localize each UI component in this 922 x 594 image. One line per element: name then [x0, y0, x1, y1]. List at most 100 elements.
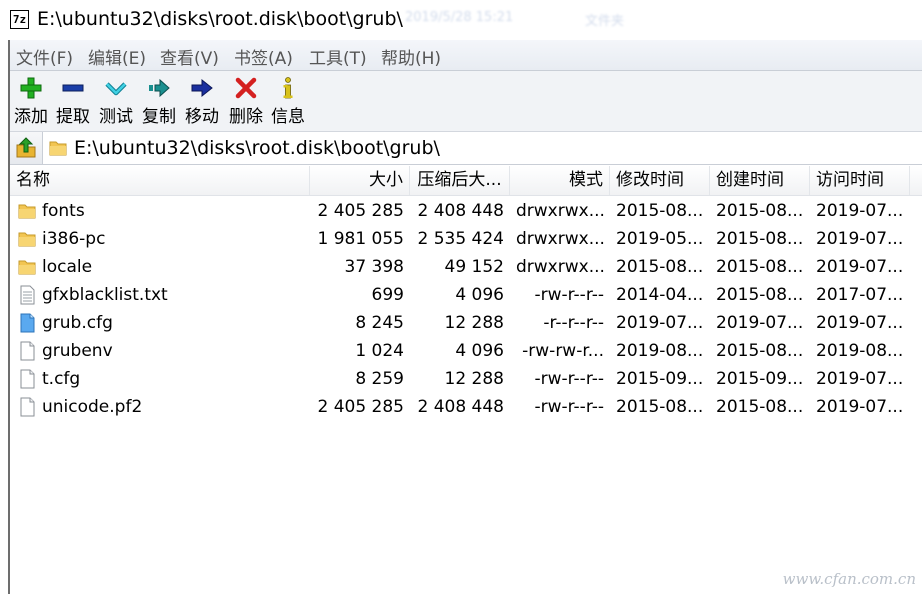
blurred-title-date: 2019/5/28 15:21	[405, 10, 514, 25]
menu-bookmarks[interactable]: 书签(A)	[234, 44, 293, 69]
cell-mode: -rw-r--r--	[534, 397, 604, 417]
extract-icon	[62, 84, 84, 92]
file-icon	[20, 369, 35, 389]
menu-bar: 文件(F) 编辑(E) 查看(V) 书签(A) 工具(T) 帮助(H)	[10, 40, 922, 71]
test-icon	[105, 82, 127, 96]
test-button[interactable]: 测试	[94, 71, 138, 129]
cell-name[interactable]: grubenv	[36, 337, 310, 365]
cell-packed: 2 408 448	[417, 397, 504, 417]
address-input[interactable]: E:\ubuntu32\disks\root.disk\boot\grub\	[74, 137, 440, 159]
cell-packed: 4 096	[455, 341, 504, 361]
move-button[interactable]: 移动	[180, 71, 224, 129]
cell-name[interactable]: fonts	[36, 197, 310, 225]
menu-edit[interactable]: 编辑(E)	[88, 44, 146, 69]
folder-icon	[18, 232, 36, 247]
cell-packed: 12 288	[444, 313, 504, 333]
cell-accessed: 2019-07...	[816, 313, 904, 333]
cell-name[interactable]: grub.cfg	[36, 309, 310, 337]
cell-accessed: 2017-07...	[816, 285, 904, 305]
column-header-mode[interactable]: 模式	[510, 166, 610, 195]
config-file-icon	[20, 313, 35, 333]
file-row[interactable]: gfxblacklist.txt 699 4 096 -rw-r--r-- 2014-0…	[10, 281, 922, 309]
cell-packed: 2 408 448	[417, 201, 504, 221]
file-icon	[20, 397, 35, 417]
copy-button[interactable]: 复制	[137, 71, 181, 129]
cell-mode: drwxrwx...	[516, 201, 605, 221]
cell-created: 2019-07...	[716, 313, 804, 333]
menu-view[interactable]: 查看(V)	[160, 44, 219, 69]
copy-label: 复制	[142, 107, 176, 127]
column-header-size[interactable]: 大小	[310, 166, 410, 195]
column-header-name[interactable]: 名称	[10, 166, 310, 195]
add-label: 添加	[14, 107, 48, 127]
text-file-icon	[20, 285, 35, 305]
delete-button[interactable]: 删除	[224, 71, 268, 129]
extract-button[interactable]: 提取	[51, 71, 95, 129]
cell-size: 1 981 055	[317, 229, 404, 249]
cell-accessed: 2019-08...	[816, 341, 904, 361]
file-row[interactable]: fonts 2 405 285 2 408 448 drwxrwx... 2015-08…	[10, 197, 922, 225]
app-7zip-icon[interactable]: 7z	[10, 10, 29, 29]
cell-size: 2 405 285	[317, 397, 404, 417]
file-row[interactable]: i386-pc 1 981 055 2 535 424 drwxrwx... 2019-…	[10, 225, 922, 253]
info-button[interactable]: 信息	[266, 71, 310, 129]
cell-mode: -rw-r--r--	[534, 369, 604, 389]
file-row[interactable]: grub.cfg 8 245 12 288 -r--r--r-- 2019-07... 2…	[10, 309, 922, 337]
cell-mode: drwxrwx...	[516, 257, 605, 277]
cell-packed: 4 096	[455, 285, 504, 305]
cell-name[interactable]: locale	[36, 253, 310, 281]
cell-accessed: 2019-07...	[816, 397, 904, 417]
cell-mode: -rw-rw-r...	[522, 341, 604, 361]
cell-size: 37 398	[344, 257, 404, 277]
window-title: E:\ubuntu32\disks\root.disk\boot\grub\	[37, 8, 403, 30]
column-header-packed[interactable]: 压缩后大...	[410, 166, 510, 195]
file-icon	[20, 341, 35, 361]
cell-created: 2015-08...	[716, 257, 804, 277]
file-row[interactable]: unicode.pf2 2 405 285 2 408 448 -rw-r--r-- 2…	[10, 393, 922, 421]
cell-created: 2015-09...	[716, 369, 804, 389]
cell-accessed: 2019-07...	[816, 369, 904, 389]
cell-modified: 2015-09...	[616, 369, 704, 389]
cell-name[interactable]: i386-pc	[36, 225, 310, 253]
info-icon	[283, 77, 293, 99]
test-label: 测试	[99, 107, 133, 127]
folder-icon	[18, 204, 36, 219]
cell-modified: 2014-04...	[616, 285, 704, 305]
cell-size: 8 259	[355, 369, 404, 389]
cell-modified: 2015-08...	[616, 397, 704, 417]
up-folder-button[interactable]	[10, 132, 43, 164]
address-folder-icon	[49, 141, 67, 156]
menu-file[interactable]: 文件(F)	[16, 44, 73, 69]
cell-size: 699	[371, 285, 404, 305]
menu-help[interactable]: 帮助(H)	[381, 44, 441, 69]
cell-modified: 2015-08...	[616, 257, 704, 277]
cell-size: 8 245	[355, 313, 404, 333]
file-list: 名称 大小 压缩后大... 模式 修改时间 创建时间 访问时间 fonts 2 4…	[10, 166, 922, 594]
folder-icon	[18, 260, 36, 275]
cell-created: 2015-08...	[716, 285, 804, 305]
file-row[interactable]: grubenv 1 024 4 096 -rw-rw-r... 2019-08... 20…	[10, 337, 922, 365]
cell-accessed: 2019-07...	[816, 257, 904, 277]
cell-mode: drwxrwx...	[516, 229, 605, 249]
menu-tools[interactable]: 工具(T)	[309, 44, 367, 69]
file-row[interactable]: t.cfg 8 259 12 288 -rw-r--r-- 2015-09... 2015…	[10, 365, 922, 393]
cell-created: 2015-08...	[716, 397, 804, 417]
column-header-accessed[interactable]: 访问时间	[810, 166, 910, 195]
column-header-row: 名称 大小 压缩后大... 模式 修改时间 创建时间 访问时间	[10, 166, 922, 196]
delete-icon	[235, 77, 257, 99]
cell-packed: 12 288	[444, 369, 504, 389]
info-label: 信息	[271, 107, 305, 127]
cell-created: 2015-08...	[716, 201, 804, 221]
column-header-modified[interactable]: 修改时间	[610, 166, 710, 195]
copy-icon	[149, 78, 170, 98]
cell-accessed: 2019-07...	[816, 201, 904, 221]
blurred-title-extra: 文件夹	[585, 14, 625, 29]
add-button[interactable]: 添加	[9, 71, 53, 129]
cell-size: 2 405 285	[317, 201, 404, 221]
cell-name[interactable]: t.cfg	[36, 365, 310, 393]
delete-label: 删除	[229, 107, 263, 127]
cell-name[interactable]: unicode.pf2	[36, 393, 310, 421]
cell-name[interactable]: gfxblacklist.txt	[36, 281, 310, 309]
column-header-created[interactable]: 创建时间	[710, 166, 810, 195]
file-row[interactable]: locale 37 398 49 152 drwxrwx... 2015-08... 20…	[10, 253, 922, 281]
